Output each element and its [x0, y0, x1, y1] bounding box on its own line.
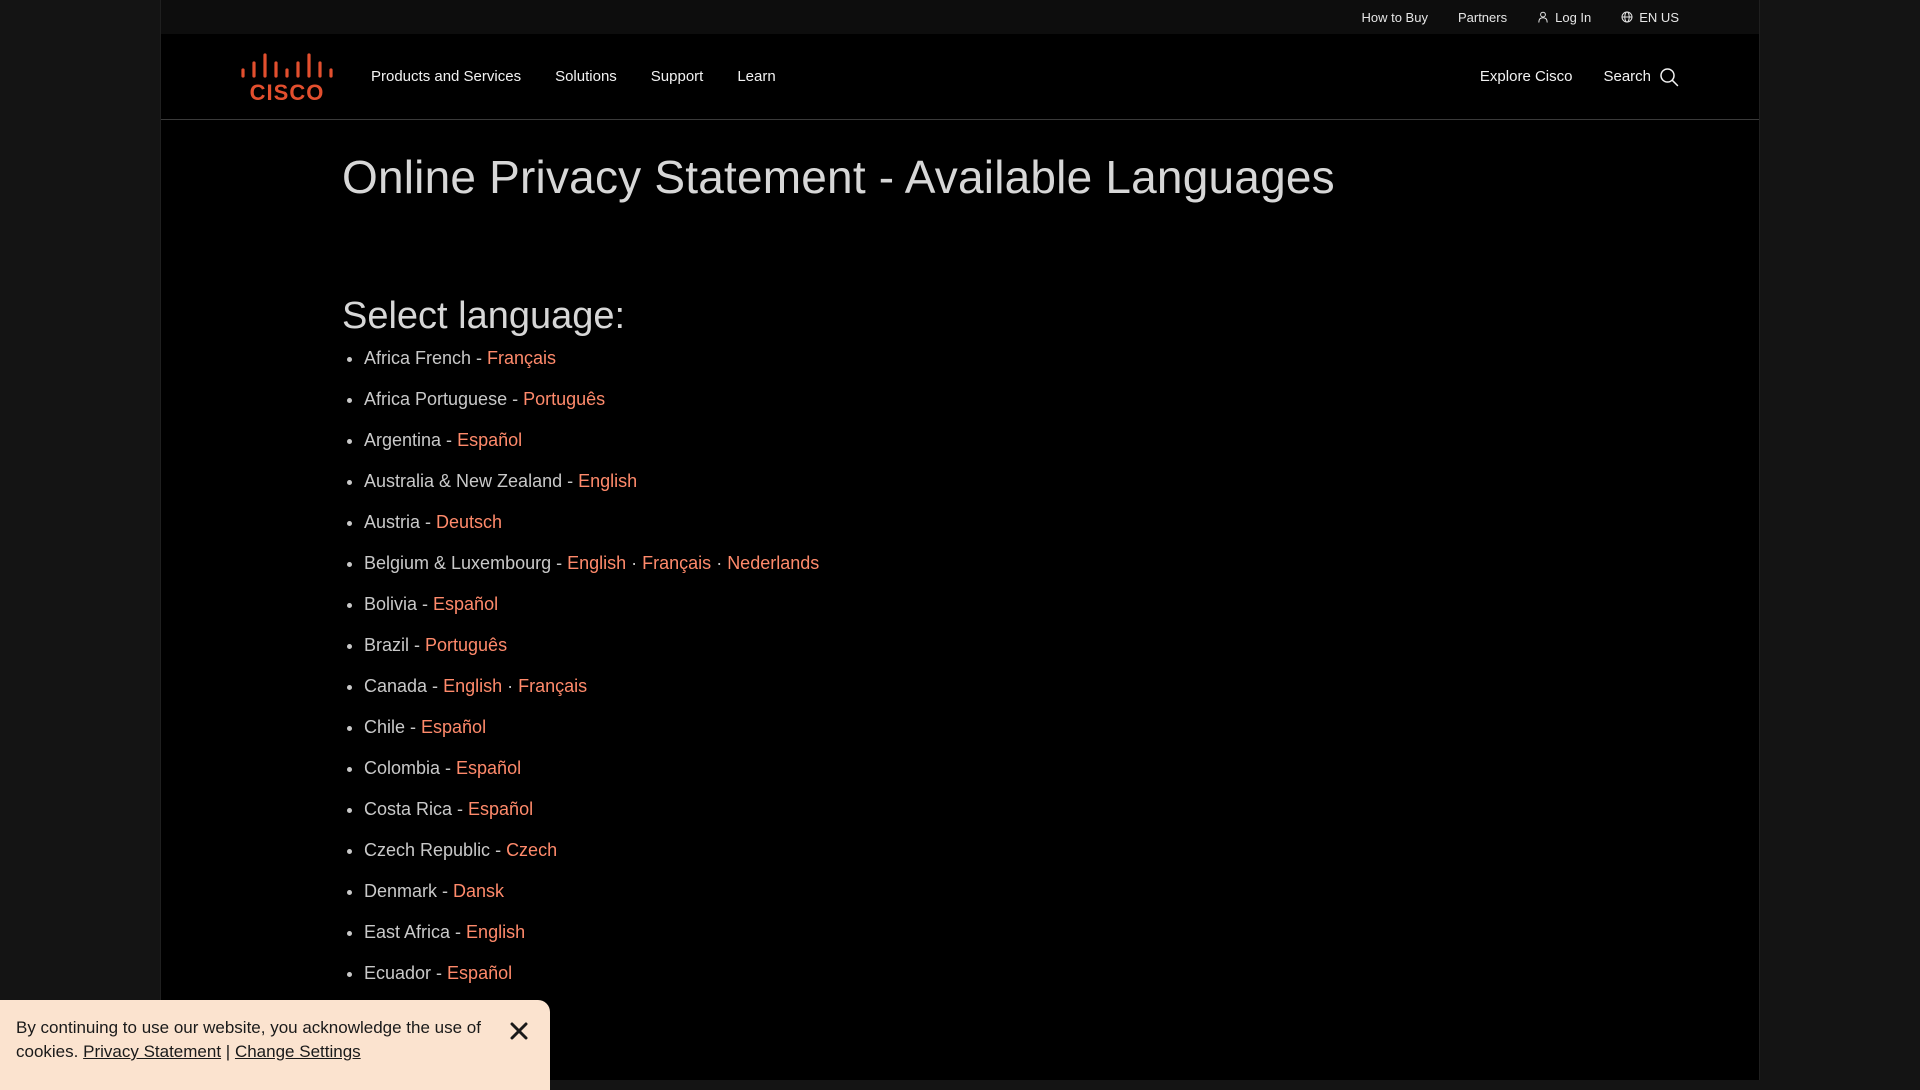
main-nav: CISCO Products and Services Solutions Su… [161, 34, 1759, 120]
nav-products-and-services[interactable]: Products and Services [371, 68, 521, 85]
language-list-item: Ecuador - Español [364, 961, 1542, 1002]
language-list-item: Colombia - Español [364, 756, 1542, 797]
language-list-item: East Africa - English [364, 920, 1542, 961]
language-link[interactable]: English [567, 553, 626, 573]
language-link[interactable]: Español [421, 717, 486, 737]
partners-link[interactable]: Partners [1458, 10, 1507, 25]
region-label: Austria - [364, 512, 437, 532]
locale-label: EN US [1639, 9, 1679, 25]
language-link[interactable]: Dansk [453, 881, 504, 901]
language-link[interactable]: Français [642, 553, 711, 573]
language-list-item: Brazil - Português [364, 633, 1542, 674]
how-to-buy-label: How to Buy [1361, 9, 1428, 25]
language-link[interactable]: Français [487, 348, 556, 368]
user-icon [1538, 11, 1548, 23]
language-link[interactable]: Português [523, 389, 605, 409]
section-heading: Select language: [342, 295, 626, 337]
cookie-divider: | [225, 1042, 231, 1061]
link-separator: · [711, 553, 728, 573]
language-link[interactable]: Français [518, 676, 587, 696]
log-in-link[interactable]: Log In [1537, 10, 1591, 25]
language-list-item: Denmark - Dansk [364, 879, 1542, 920]
region-label: Africa French - [364, 348, 488, 368]
region-label: Czech Republic - [364, 840, 507, 860]
language-list-item: Chile - Español [364, 715, 1542, 756]
how-to-buy-link[interactable]: How to Buy [1361, 10, 1427, 25]
close-icon [510, 1022, 528, 1040]
language-link[interactable]: Deutsch [436, 512, 502, 532]
region-label: Brazil - [364, 635, 426, 655]
language-link[interactable]: English [578, 471, 637, 491]
region-label: Belgium & Luxembourg - [364, 553, 568, 573]
language-link[interactable]: Español [456, 758, 521, 778]
globe-icon [1621, 11, 1633, 23]
language-list-item: Belgium & Luxembourg - English · Françai… [364, 551, 1542, 592]
region-label: Argentina - [364, 430, 458, 450]
language-link[interactable]: Español [433, 594, 498, 614]
language-link[interactable]: Czech [506, 840, 557, 860]
nav-learn[interactable]: Learn [737, 68, 775, 85]
nav-support[interactable]: Support [651, 68, 704, 85]
region-label: East Africa - [364, 922, 467, 942]
locale-selector[interactable]: EN US [1621, 10, 1679, 25]
language-list-item: Australia & New Zealand - English [364, 469, 1542, 510]
language-link[interactable]: Español [457, 430, 522, 450]
language-list-item: Africa French - Français [364, 346, 1542, 387]
language-link[interactable]: Español [447, 963, 512, 983]
language-list: Africa French - FrançaisAfrica Portugues… [342, 346, 1542, 1002]
main-content: Online Privacy Statement - Available Lan… [342, 120, 1542, 1002]
language-link[interactable]: English [466, 922, 525, 942]
utility-links: How to Buy Partners Log In EN US [1361, 0, 1679, 34]
nav-solutions[interactable]: Solutions [555, 68, 617, 85]
cookie-banner: By continuing to use our website, you ac… [0, 1000, 550, 1090]
region-label: Colombia - [364, 758, 457, 778]
language-link[interactable]: Nederlands [727, 553, 819, 573]
search-button[interactable]: Search [1603, 67, 1679, 87]
language-list-item: Africa Portuguese - Português [364, 387, 1542, 428]
region-label: Africa Portuguese - [364, 389, 524, 409]
link-separator: · [502, 676, 519, 696]
log-in-label: Log In [1555, 9, 1592, 25]
language-link[interactable]: Português [425, 635, 507, 655]
language-list-item: Austria - Deutsch [364, 510, 1542, 551]
explore-cisco-link[interactable]: Explore Cisco [1480, 68, 1573, 85]
region-label: Australia & New Zealand - [364, 471, 579, 491]
region-label: Denmark - [364, 881, 454, 901]
page-title: Online Privacy Statement - Available Lan… [342, 151, 1335, 203]
logo-wordmark: CISCO [250, 80, 325, 104]
page-frame: How to Buy Partners Log In EN US CISCO P… [160, 0, 1760, 1080]
cisco-logo[interactable]: CISCO [239, 50, 339, 104]
language-link[interactable]: English [443, 676, 502, 696]
primary-nav: Products and Services Solutions Support … [371, 34, 776, 119]
language-list-item: Bolivia - Español [364, 592, 1542, 633]
language-list-item: Czech Republic - Czech [364, 838, 1542, 879]
cookie-close-button[interactable] [504, 1016, 534, 1046]
region-label: Costa Rica - [364, 799, 469, 819]
change-settings-link[interactable]: Change Settings [235, 1042, 361, 1061]
region-label: Chile - [364, 717, 422, 737]
search-icon [1660, 67, 1679, 86]
link-separator: · [626, 553, 643, 573]
region-label: Canada - [364, 676, 444, 696]
region-label: Ecuador - [364, 963, 448, 983]
language-list-item: Canada - English · Français [364, 674, 1542, 715]
nav-right: Explore Cisco Search [1480, 34, 1679, 119]
language-link[interactable]: Español [468, 799, 533, 819]
privacy-statement-link[interactable]: Privacy Statement [83, 1042, 221, 1061]
utility-bar: How to Buy Partners Log In EN US [161, 0, 1759, 34]
region-label: Bolivia - [364, 594, 434, 614]
partners-label: Partners [1457, 9, 1508, 25]
search-label: Search [1603, 68, 1651, 85]
language-list-item: Costa Rica - Español [364, 797, 1542, 838]
language-list-item: Argentina - Español [364, 428, 1542, 469]
